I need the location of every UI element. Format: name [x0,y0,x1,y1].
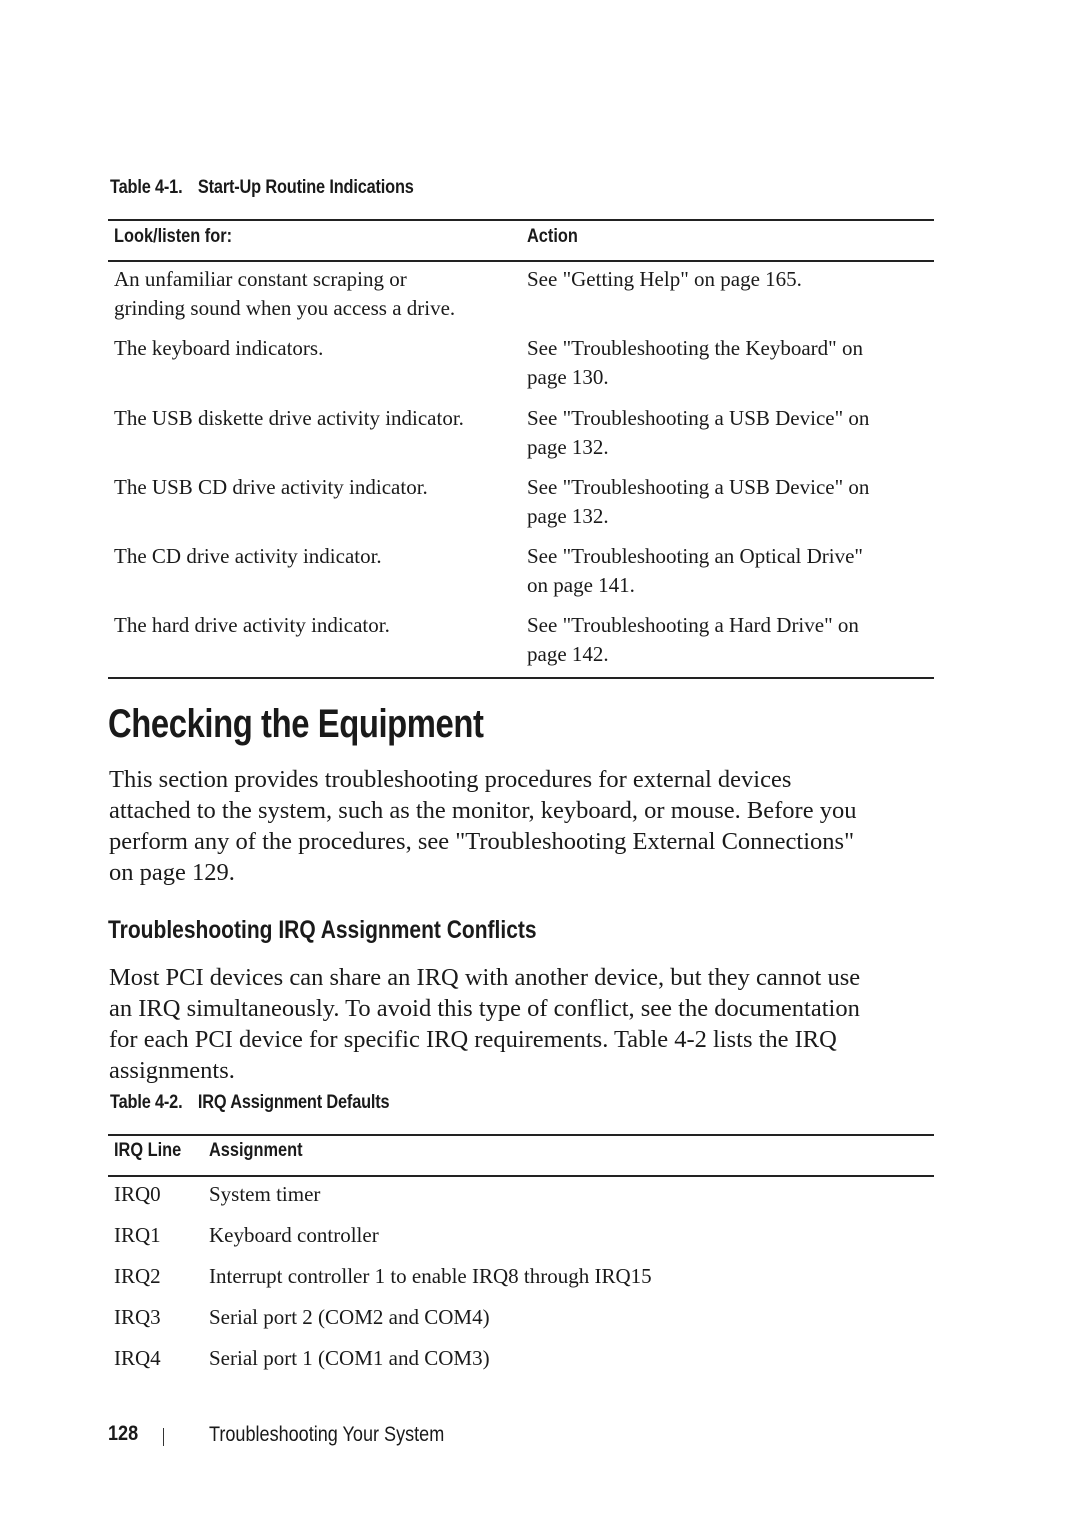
section-heading: Checking the Equipment [108,702,484,746]
table-2-label: Table 4-2. [110,1092,183,1113]
table-1-header-action: Action [527,226,578,247]
assignment-cell: Serial port 1 (COM1 and COM3) [209,1346,490,1370]
assignment-cell: Keyboard controller [209,1223,379,1247]
table-1-look-cell: The CD drive activity indicator. [114,544,382,568]
table-2-header-assignment: Assignment [209,1140,303,1161]
irq-line-cell: IRQ1 [114,1223,161,1247]
table-1-title: Start-Up Routine Indications [197,177,414,198]
table-1-action-cell: See "Troubleshooting the Keyboard" on pa… [527,336,863,389]
section-paragraph: This section provides troubleshooting pr… [109,766,857,886]
table-2-header-irq-line: IRQ Line [114,1140,182,1161]
table-1-look-cell: The keyboard indicators. [114,336,324,360]
table-1-action-cell: See "Troubleshooting a Hard Drive" on pa… [527,613,859,666]
irq-line-cell: IRQ4 [114,1346,161,1370]
table-1-header-rule [108,260,934,262]
table-2-header-rule [108,1175,934,1177]
table-1-bottom-rule [108,677,934,679]
table-1-top-rule [108,219,934,221]
chapter-title: Troubleshooting Your System [209,1423,445,1446]
irq-line-cell: IRQ2 [114,1264,161,1288]
table-1-action-cell: See "Troubleshooting a USB Device" on pa… [527,475,870,528]
table-2-caption: Table 4-2. IRQ Assignment Defaults [110,1092,390,1114]
table-1-look-cell: The USB diskette drive activity indicato… [114,406,464,430]
assignment-cell: Serial port 2 (COM2 and COM4) [209,1305,490,1329]
subsection-heading: Troubleshooting IRQ Assignment Conflicts [108,916,537,944]
footer-separator [163,1428,164,1446]
irq-line-cell: IRQ0 [114,1182,161,1206]
subsection-paragraph: Most PCI devices can share an IRQ with a… [109,964,861,1084]
irq-line-cell: IRQ3 [114,1305,161,1329]
assignment-cell: System timer [209,1182,321,1206]
table-2-top-rule [108,1134,934,1136]
table-1-header-look: Look/listen for: [114,226,233,247]
table-2-title: IRQ Assignment Defaults [197,1092,390,1113]
table-1-action-cell: See "Troubleshooting an Optical Drive" o… [527,544,863,597]
table-1-label: Table 4-1. [110,177,183,198]
page-number: 128 [108,1422,139,1445]
assignment-cell: Interrupt controller 1 to enable IRQ8 th… [209,1264,652,1288]
table-1-look-cell: An unfamiliar constant scraping or grind… [114,267,456,320]
table-1-look-cell: The USB CD drive activity indicator. [114,475,428,499]
table-1-action-cell: See "Troubleshooting a USB Device" on pa… [527,406,870,459]
table-1-caption: Table 4-1. Start-Up Routine Indications [110,177,414,199]
table-1-action-cell: See "Getting Help" on page 165. [527,267,802,291]
table-1-look-cell: The hard drive activity indicator. [114,613,390,637]
